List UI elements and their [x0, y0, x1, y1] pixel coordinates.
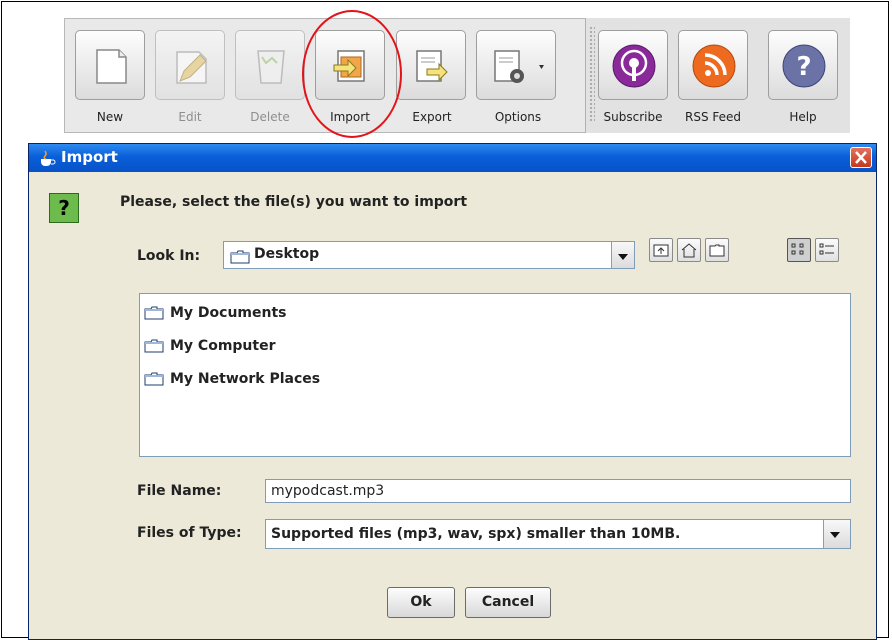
files-of-type-label: Files of Type: — [137, 525, 242, 541]
options-gear-icon — [494, 50, 544, 83]
list-view-button[interactable] — [787, 238, 811, 262]
close-icon — [855, 151, 867, 164]
new-label: New — [96, 110, 124, 124]
files-of-type-combo[interactable]: Supported files (mp3, wav, spx) smaller … — [265, 519, 851, 549]
new-document-icon — [96, 49, 127, 84]
folder-icon — [230, 249, 250, 268]
folder-icon — [144, 372, 164, 386]
files-of-type-value: Supported files (mp3, wav, spx) smaller … — [271, 526, 681, 542]
list-item[interactable]: My Network Places — [144, 369, 320, 389]
help-question-icon: ? — [782, 44, 826, 88]
rss-feed-icon — [692, 44, 736, 88]
help-button[interactable]: ? — [768, 30, 838, 100]
export-icon — [416, 50, 448, 82]
delete-button[interactable] — [235, 30, 305, 100]
up-folder-icon — [653, 244, 669, 257]
podcast-subscribe-icon — [612, 44, 656, 88]
cancel-button[interactable]: Cancel — [465, 587, 551, 618]
chevron-down-icon[interactable] — [611, 242, 634, 268]
options-button[interactable] — [476, 30, 556, 100]
edit-pencil-icon — [176, 51, 207, 84]
dialog-titlebar[interactable]: Import — [29, 144, 876, 172]
list-item[interactable]: My Computer — [144, 336, 276, 356]
rss-feed-label: RSS Feed — [684, 110, 741, 124]
dialog-title: Import — [61, 148, 118, 166]
new-button[interactable] — [75, 30, 145, 100]
subscribe-button[interactable] — [598, 30, 668, 100]
subscribe-label: Subscribe — [603, 110, 663, 124]
list-item[interactable]: My Documents — [144, 303, 287, 323]
file-name-field[interactable]: mypodcast.mp3 — [265, 479, 851, 503]
new-folder-icon — [709, 244, 725, 257]
java-cup-icon — [41, 150, 56, 166]
import-dialog: Import ? Please, select the file(s) you … — [28, 143, 877, 640]
details-view-button[interactable] — [815, 238, 839, 262]
dialog-prompt: Please, select the file(s) you want to i… — [120, 194, 468, 210]
toolbar-grip[interactable] — [589, 26, 595, 122]
list-item-label: My Network Places — [170, 371, 321, 387]
options-label: Options — [494, 110, 542, 124]
question-icon: ? — [49, 193, 79, 223]
chevron-down-icon[interactable] — [823, 520, 850, 548]
rss-feed-button[interactable] — [678, 30, 748, 100]
look-in-value: Desktop — [254, 246, 320, 262]
details-view-icon — [819, 243, 834, 255]
home-icon — [681, 243, 697, 258]
new-folder-button[interactable] — [705, 238, 729, 262]
help-label: Help — [789, 110, 817, 124]
svg-text:?: ? — [796, 52, 811, 82]
list-item-label: My Computer — [170, 338, 276, 354]
folder-icon — [144, 339, 164, 353]
folder-icon — [144, 306, 164, 320]
edit-button[interactable] — [155, 30, 225, 100]
import-highlight-circle — [302, 10, 402, 138]
edit-label: Edit — [178, 110, 202, 124]
list-item-label: My Documents — [170, 305, 287, 321]
file-list[interactable]: My Documents My Computer My Network Plac… — [139, 293, 851, 457]
up-one-level-button[interactable] — [649, 238, 673, 262]
home-button[interactable] — [677, 238, 701, 262]
ok-button[interactable]: Ok — [387, 587, 455, 618]
delete-bin-icon — [257, 50, 285, 84]
delete-label: Delete — [250, 110, 290, 124]
look-in-label: Look In: — [137, 248, 201, 264]
close-button[interactable] — [850, 147, 872, 168]
list-view-icon — [791, 243, 804, 255]
export-button[interactable] — [396, 30, 466, 100]
look-in-combo[interactable]: Desktop — [223, 241, 635, 269]
export-label: Export — [412, 110, 452, 124]
file-name-label: File Name: — [137, 483, 222, 499]
